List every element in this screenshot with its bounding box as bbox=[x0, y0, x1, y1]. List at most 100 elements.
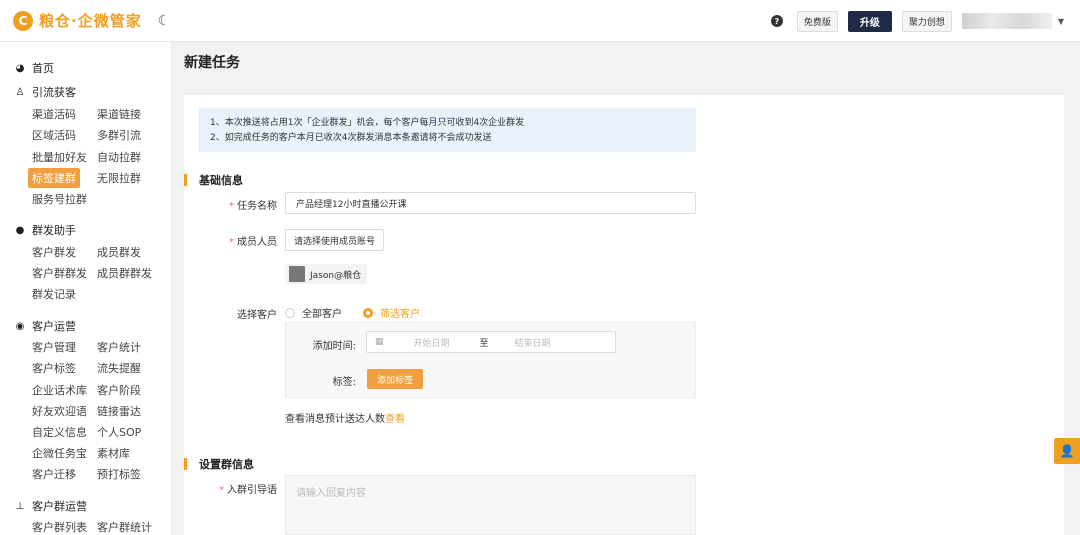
sidebar-item-customer-manage[interactable]: 客户管理 bbox=[32, 339, 76, 355]
section-basic-info: 基础信息 bbox=[184, 172, 243, 188]
sidebar-group-group-ops[interactable]: ⊥ 客户群运营 bbox=[14, 498, 87, 514]
user-icon: 👤 bbox=[1059, 444, 1075, 458]
sidebar-group-acquire[interactable]: ♙ 引流获客 bbox=[14, 84, 76, 100]
sidebar-item-auto-group[interactable]: 自动拉群 bbox=[97, 149, 141, 165]
sidebar-item-customer-broadcast[interactable]: 客户群发 bbox=[32, 244, 76, 260]
guide-textarea[interactable]: 请输入回复内容 bbox=[285, 475, 696, 535]
sidebar-item-member-broadcast[interactable]: 成员群发 bbox=[97, 244, 141, 260]
task-name-label: * 任务名称 bbox=[215, 197, 277, 212]
sidebar-item-personal-sop[interactable]: 个人SOP bbox=[97, 424, 141, 440]
sidebar-group-broadcast[interactable]: ● 群发助手 bbox=[14, 222, 76, 238]
chevron-down-icon[interactable]: ▼ bbox=[1058, 17, 1064, 26]
radio-label: 筛选客户 bbox=[380, 309, 420, 320]
add-time-label: 添加时间: bbox=[312, 341, 356, 352]
sidebar-item-channel-code[interactable]: 渠道活码 bbox=[32, 106, 76, 122]
preview-text: 查看消息预计送达人数 bbox=[285, 414, 385, 425]
add-tag-button[interactable]: 添加标签 bbox=[367, 369, 424, 389]
sidebar-item-customer-group-broadcast[interactable]: 客户群群发 bbox=[32, 265, 87, 281]
sidebar-group-label: 群发助手 bbox=[32, 224, 76, 237]
section-marker bbox=[184, 174, 187, 186]
radio-all-customers[interactable]: 全部客户 bbox=[285, 305, 342, 320]
free-plan-badge: 免费版 bbox=[796, 10, 838, 32]
radio-icon bbox=[285, 307, 295, 318]
notice-line-2: 2、如完成任务的客户本月已收次4次群发消息本条邀请将不会成功发送 bbox=[210, 133, 492, 143]
notice-banner: 1、本次推送将占用1次「企业群发」机会，每个客户每月只可收到4次企业群发 2、如… bbox=[198, 108, 696, 152]
radio-checked-icon bbox=[363, 307, 373, 318]
sidebar-item-welcome[interactable]: 好友欢迎语 bbox=[32, 403, 87, 419]
help-icon[interactable]: ? bbox=[770, 15, 783, 27]
task-name-label-text: 任务名称 bbox=[237, 201, 277, 212]
preview-link[interactable]: 查看 bbox=[385, 414, 405, 425]
sidebar-item-customer-migrate[interactable]: 客户迁移 bbox=[32, 466, 76, 482]
radio-label: 全部客户 bbox=[302, 309, 342, 320]
member-label: * 成员人员 bbox=[215, 233, 277, 248]
logo-icon: C bbox=[13, 10, 33, 31]
section-title-text: 设置群信息 bbox=[199, 458, 254, 471]
select-customer-label: 选择客户 bbox=[237, 310, 277, 321]
dashboard-icon: ◕ bbox=[15, 62, 25, 74]
sidebar-item-material-lib[interactable]: 素材库 bbox=[97, 445, 130, 461]
date-range-picker[interactable]: ▦ 开始日期 至 结束日期 bbox=[366, 331, 616, 353]
required-star: * bbox=[229, 237, 234, 248]
guide-label: * 入群引导语 bbox=[205, 481, 277, 496]
required-star: * bbox=[219, 485, 224, 496]
calendar-icon: ▦ bbox=[375, 337, 384, 347]
org-chart-icon: ⊥ bbox=[15, 500, 25, 512]
range-separator: 至 bbox=[479, 338, 489, 349]
sidebar-item-custom-info[interactable]: 自定义信息 bbox=[32, 424, 87, 440]
sidebar-item-broadcast-log[interactable]: 群发记录 bbox=[32, 286, 76, 302]
sidebar-item-customer-tags[interactable]: 客户标签 bbox=[32, 360, 76, 376]
sidebar-item-unlimited-group[interactable]: 无限拉群 bbox=[97, 170, 141, 186]
sidebar-item-home[interactable]: ◕ 首页 bbox=[14, 60, 54, 76]
logo-text: 粮仓·企微管家 bbox=[39, 12, 142, 30]
sidebar-group-label: 客户运营 bbox=[32, 320, 76, 333]
user-icon: ♙ bbox=[15, 86, 25, 98]
sidebar: ◕ 首页 ♙ 引流获客 渠道活码 渠道链接 区域活码 多群引流 批量加好友 自动… bbox=[0, 42, 172, 535]
sidebar-item-churn-alert[interactable]: 流失提醒 bbox=[97, 360, 141, 376]
sidebar-item-region-code[interactable]: 区域活码 bbox=[32, 127, 76, 143]
task-name-input[interactable]: 产品经理12小时直播公开课 bbox=[285, 192, 696, 214]
notice-line-1: 1、本次推送将占用1次「企业群发」机会，每个客户每月只可收到4次企业群发 bbox=[210, 118, 525, 128]
dark-mode-icon[interactable]: ☾ bbox=[158, 13, 171, 29]
sidebar-item-member-group-broadcast[interactable]: 成员群群发 bbox=[97, 265, 152, 281]
sidebar-item-script-lib[interactable]: 企业话术库 bbox=[32, 382, 87, 398]
sidebar-item-label: 首页 bbox=[32, 62, 54, 75]
sidebar-item-group-stats[interactable]: 客户群统计 bbox=[97, 519, 152, 535]
sidebar-group-customer-ops[interactable]: ◉ 客户运营 bbox=[14, 318, 76, 334]
preview-count: 查看消息预计送达人数查看 bbox=[285, 410, 405, 425]
sidebar-item-channel-link[interactable]: 渠道链接 bbox=[97, 106, 141, 122]
sidebar-item-task-treasure[interactable]: 企微任务宝 bbox=[32, 445, 87, 461]
user-avatar[interactable] bbox=[961, 13, 1052, 29]
sidebar-item-link-radar[interactable]: 链接雷达 bbox=[97, 403, 141, 419]
guide-label-text: 入群引导语 bbox=[227, 485, 277, 496]
chat-icon: ● bbox=[15, 224, 25, 236]
select-member-button[interactable]: 请选择使用成员账号 bbox=[285, 229, 385, 251]
page-title: 新建任务 bbox=[184, 55, 240, 71]
required-star: * bbox=[229, 201, 234, 212]
sidebar-item-multi-group[interactable]: 多群引流 bbox=[97, 127, 141, 143]
sidebar-group-label: 客户群运营 bbox=[32, 500, 87, 513]
tag-label: 标签: bbox=[332, 377, 356, 388]
sidebar-item-group-list[interactable]: 客户群列表 bbox=[32, 519, 87, 535]
section-title-text: 基础信息 bbox=[199, 174, 243, 187]
end-date-input[interactable]: 结束日期 bbox=[515, 336, 551, 349]
logo[interactable]: C 粮仓·企微管家 bbox=[13, 10, 142, 31]
sidebar-group-label: 引流获客 bbox=[32, 86, 76, 99]
sidebar-item-tag-group[interactable]: 标签建群 bbox=[28, 168, 80, 188]
sidebar-item-batch-add[interactable]: 批量加好友 bbox=[32, 149, 87, 165]
contact-support-button[interactable]: 👤 bbox=[1054, 438, 1080, 464]
partner-badge[interactable]: 聚力创想 bbox=[901, 10, 952, 32]
sidebar-item-customer-stage[interactable]: 客户阶段 bbox=[97, 382, 141, 398]
member-chip[interactable]: Jason@粮仓 bbox=[285, 264, 368, 284]
start-date-input[interactable]: 开始日期 bbox=[414, 336, 450, 349]
sidebar-item-pre-tag[interactable]: 预打标签 bbox=[97, 466, 141, 482]
upgrade-button[interactable]: 升级 bbox=[847, 10, 892, 32]
sidebar-item-customer-stats[interactable]: 客户统计 bbox=[97, 339, 141, 355]
sidebar-item-service-group[interactable]: 服务号拉群 bbox=[32, 191, 87, 207]
section-group-info: 设置群信息 bbox=[184, 456, 254, 472]
top-bar: C 粮仓·企微管家 ☾ ? 免费版 升级 聚力创想 ▼ bbox=[0, 0, 1080, 42]
radio-filter-customers[interactable]: 筛选客户 bbox=[363, 305, 420, 320]
member-avatar bbox=[289, 266, 305, 282]
member-label-text: 成员人员 bbox=[237, 237, 277, 248]
member-chip-label: Jason@粮仓 bbox=[310, 270, 362, 281]
